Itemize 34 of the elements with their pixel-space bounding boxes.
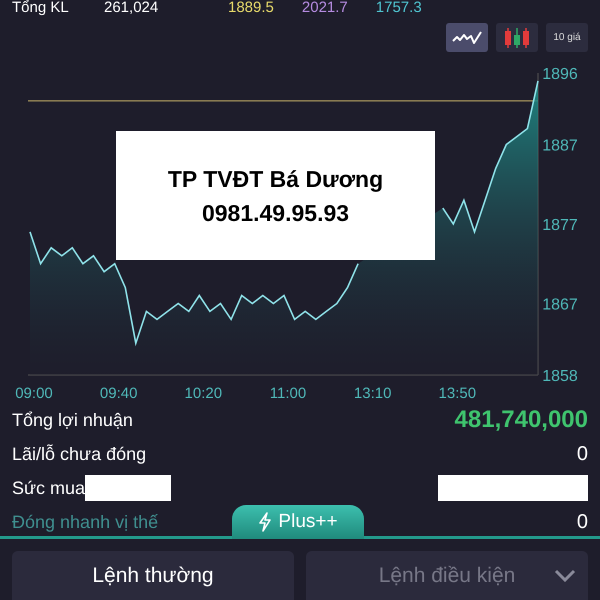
stat-label: Sức mua [12, 476, 86, 500]
stat-value: 0 [576, 442, 588, 467]
y-axis-label: 1896 [542, 66, 578, 83]
y-axis-label: 1887 [542, 138, 578, 155]
price-value: 2021.7 [302, 0, 348, 15]
line-chart-button[interactable] [446, 23, 488, 52]
x-axis-label: 13:10 [354, 385, 392, 402]
x-axis-label: 13:50 [438, 385, 476, 402]
line-chart-icon [452, 30, 482, 46]
x-axis-label: 09:40 [100, 385, 138, 402]
x-axis-label: 09:00 [15, 385, 53, 402]
stat-value: 481,740,000 [454, 405, 588, 435]
y-axis-label: 1877 [542, 217, 578, 234]
x-axis-label: 11:00 [270, 385, 306, 402]
stat-label: Tổng lợi nhuận [12, 408, 133, 432]
price-value: 1889.5 [228, 0, 274, 15]
note-text: TP TVĐT Bá Dương [168, 164, 384, 194]
note-text: 0981.49.95.93 [202, 198, 350, 228]
order-type-tab[interactable]: Lệnh thường [12, 551, 294, 600]
stat-label: Lãi/lỗ chưa đóng [12, 442, 146, 466]
x-axis-label: 10:20 [184, 385, 222, 402]
order-type-tab[interactable]: Lệnh điều kiện [306, 551, 588, 600]
candlestick-icon [503, 26, 531, 48]
candlestick-chart-button[interactable] [496, 23, 538, 52]
y-axis-label: 1867 [542, 296, 578, 314]
volume-label: Tổng KL [12, 0, 70, 15]
plus-tab[interactable]: Plus++ [232, 505, 364, 539]
y-axis-label: 1858 [542, 368, 578, 385]
lightning-icon [258, 512, 272, 532]
close-position-link[interactable]: Đóng nhanh vị thế [12, 508, 158, 536]
price-levels-button[interactable]: 10 giá [546, 23, 588, 52]
price-value: 1757.3 [376, 0, 422, 15]
volume-value: 261,024 [103, 0, 160, 15]
stat-value: 0 [576, 510, 588, 535]
